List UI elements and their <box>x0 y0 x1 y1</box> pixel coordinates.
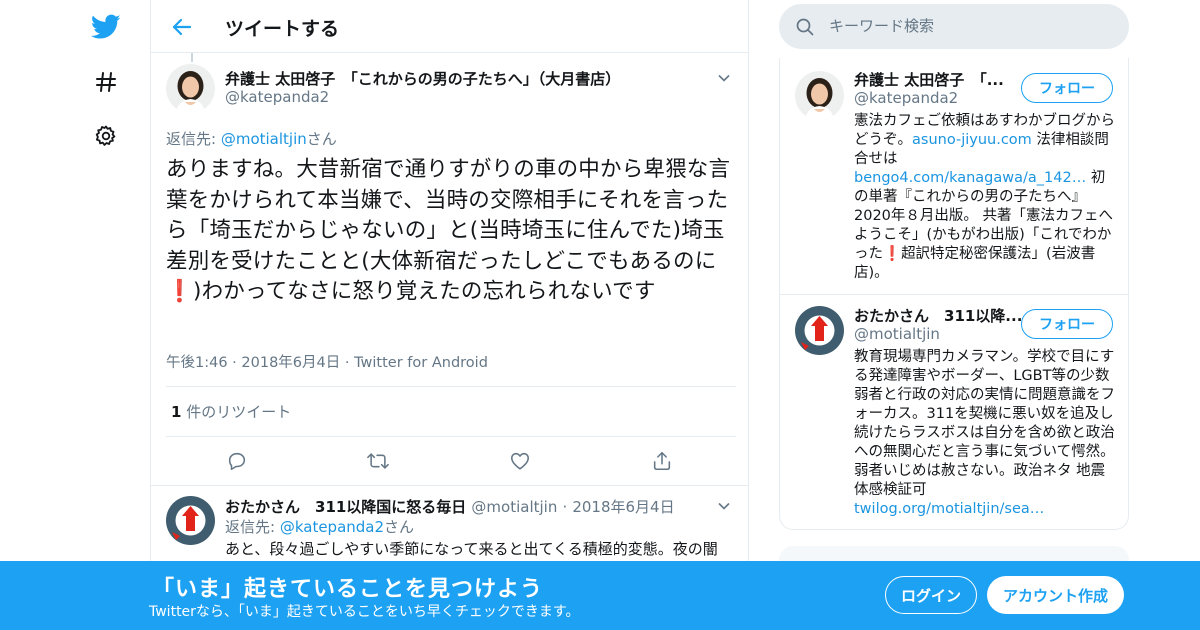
retweet-label: 件のリツイート <box>186 403 292 421</box>
separator: · <box>562 498 568 516</box>
left-navigation <box>0 0 150 630</box>
reply-author-handle[interactable]: @motialtjin <box>471 498 557 516</box>
reply-icon[interactable] <box>224 448 250 474</box>
thread-line <box>191 53 193 62</box>
separator: · <box>344 355 350 371</box>
main-column: ツイートする 弁護士 太田啓子 「これからの男の子たちへ」（大月書店） @kat… <box>150 0 749 630</box>
like-icon[interactable] <box>507 448 533 474</box>
avatar[interactable] <box>795 306 844 355</box>
reply-context: 返信先: @motialtjinさん <box>166 128 337 149</box>
tweet-author-name[interactable]: 弁護士 太田啓子 「これからの男の子たちへ」（大月書店） <box>225 68 620 89</box>
reply-date[interactable]: 2018年6月4日 <box>572 498 674 516</box>
tweet-time[interactable]: 午後1:46 <box>166 355 228 371</box>
divider <box>166 386 736 387</box>
share-icon[interactable] <box>649 448 675 474</box>
login-button[interactable]: ログイン <box>885 576 977 614</box>
tweet-date[interactable]: 2018年6月4日 <box>241 355 340 371</box>
user-handle[interactable]: @katepanda2 <box>854 89 958 107</box>
reply-to-link[interactable]: @motialtjin <box>221 130 307 148</box>
avatar[interactable] <box>795 71 844 120</box>
user-handle[interactable]: @motialtjin <box>854 325 940 343</box>
main-header: ツイートする <box>151 0 749 53</box>
back-arrow-icon[interactable] <box>169 14 195 40</box>
avatar[interactable] <box>166 64 215 113</box>
bio-link[interactable]: bengo4.com/kanagawa/a_142… <box>854 170 1086 186</box>
divider <box>166 436 736 437</box>
user-name[interactable]: おたかさん 311以降... <box>854 305 1022 326</box>
reply-header: おたかさん 311以降国に怒る毎日 @motialtjin · 2018年6月4… <box>225 496 675 517</box>
retweet-stats[interactable]: 1 件のリツイート <box>171 401 291 422</box>
exclamation-emoji: ❗ <box>166 279 193 304</box>
follow-button[interactable]: フォロー <box>1021 309 1113 339</box>
search-input[interactable] <box>829 17 1109 35</box>
search-icon <box>796 18 814 40</box>
separator: · <box>232 355 237 371</box>
retweet-count: 1 <box>171 403 182 421</box>
bio-link[interactable]: twilog.org/motialtjin/sea… <box>854 500 1116 519</box>
tweet-text-part2: )わかってなさに怒り覚えたの忘れられないです <box>192 279 656 304</box>
banner-title: 「いま」起きていることを見つけよう <box>152 577 544 602</box>
tweet-author-handle[interactable]: @katepanda2 <box>225 88 329 106</box>
user-bio: 教育現場専門カメラマン。学校で目にする発達障害やボーダー、LGBT等の少数弱者と… <box>854 348 1116 519</box>
exclamation-emoji: ❗ <box>883 246 902 262</box>
user-bio: 憲法カフェご依頼はあすわかブログからどうぞ。asuno-jiyuu.com 法律… <box>854 112 1116 283</box>
hashtag-icon[interactable] <box>88 64 124 100</box>
bio-link[interactable]: asuno-jiyuu.com <box>912 132 1032 148</box>
who-to-follow-card: 弁護士 太田啓子 「... @katepanda2 フォロー 憲法カフェご依頼は… <box>779 58 1129 530</box>
signup-banner: 「いま」起きていることを見つけよう Twitterなら、「いま」起きていることを… <box>0 561 1200 630</box>
banner-subtitle: Twitterなら、「いま」起きていることをいち早くチェックできます。 <box>149 604 580 620</box>
reply-suffix: さん <box>306 130 337 148</box>
reply-to-link[interactable]: @katepanda2 <box>280 518 384 536</box>
follow-button[interactable]: フォロー <box>1021 73 1113 103</box>
reply-prefix: 返信先: <box>225 518 280 536</box>
tweet-source: Twitter for Android <box>354 355 488 371</box>
signup-button[interactable]: アカウント作成 <box>987 576 1124 614</box>
user-name[interactable]: 弁護士 太田啓子 「... <box>854 69 1004 90</box>
tweet-text-part1: ありますね。大昔新宿で通りすがりの車の中から卑猥な言葉をかけられて本当嫌で、当時… <box>166 157 731 274</box>
twitter-bird-icon[interactable] <box>88 9 124 45</box>
avatar[interactable] <box>166 496 215 545</box>
tweet-metadata: 午後1:46 · 2018年6月4日 · Twitter for Android <box>166 351 488 372</box>
bio-text: 教育現場専門カメラマン。学校で目にする発達障害やボーダー、LGBT等の少数弱者と… <box>854 349 1115 498</box>
reply-suffix: さん <box>384 518 415 536</box>
chevron-down-icon[interactable] <box>717 70 731 89</box>
tweet-text: ありますね。大昔新宿で通りすがりの車の中から卑猥な言葉をかけられて本当嫌で、当時… <box>166 155 736 308</box>
reply-context: 返信先: @katepanda2さん <box>225 516 414 537</box>
divider <box>151 485 749 486</box>
reply-text: あと、段々過ごしやすい季節になって来ると出てくる積極的変態。夜の闇 <box>225 540 718 558</box>
divider <box>780 294 1128 295</box>
search-box[interactable] <box>779 4 1129 49</box>
retweet-icon[interactable] <box>365 448 391 474</box>
gear-icon[interactable] <box>88 118 124 154</box>
reply-prefix: 返信先: <box>166 130 221 148</box>
reply-author-name[interactable]: おたかさん 311以降国に怒る毎日 <box>225 498 466 516</box>
page-title: ツイートする <box>225 18 340 40</box>
chevron-down-icon[interactable] <box>717 498 731 517</box>
